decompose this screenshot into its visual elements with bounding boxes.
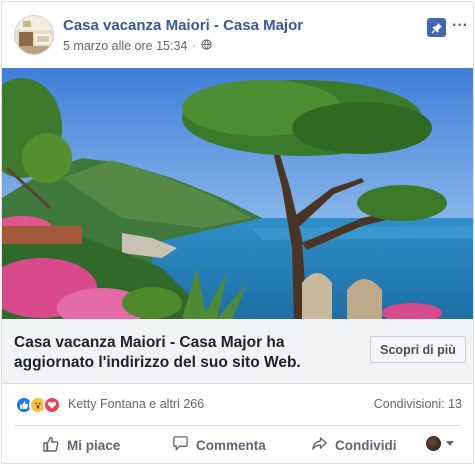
like-label: Mi piace xyxy=(67,437,121,453)
reactions-row: Ketty Fontana e altri 266 Condivisioni: … xyxy=(2,385,473,425)
link-preview[interactable]: Casa vacanza Maiori - Casa Major ha aggi… xyxy=(2,319,473,384)
post-timestamp[interactable]: 5 marzo alle ore 15:34 xyxy=(63,39,187,53)
share-arrow-icon xyxy=(311,435,328,455)
share-label: Condividi xyxy=(335,437,397,453)
post-header: Casa vacanza Maiori - Casa Major 5 marzo… xyxy=(2,2,473,68)
comment-label: Commenta xyxy=(196,437,266,453)
reaction-icons[interactable] xyxy=(15,396,61,414)
post-photo[interactable] xyxy=(2,68,473,319)
page-avatar[interactable] xyxy=(14,15,54,55)
share-button[interactable]: Condividi xyxy=(311,426,397,463)
love-reaction-icon xyxy=(43,396,61,414)
comment-button[interactable]: Commenta xyxy=(172,426,266,463)
post-actions: Mi piace Commenta Condividi xyxy=(2,426,473,463)
user-avatar xyxy=(426,436,441,451)
ellipsis-icon[interactable]: ··· xyxy=(451,16,469,36)
globe-icon[interactable] xyxy=(201,39,212,53)
page-name-link[interactable]: Casa vacanza Maiori - Casa Major xyxy=(63,17,303,34)
thumbs-up-icon xyxy=(42,435,60,456)
learn-more-button[interactable]: Scopri di più xyxy=(370,336,466,363)
avatar-image xyxy=(15,16,53,54)
chevron-down-icon xyxy=(446,441,454,446)
shares-count-link[interactable]: Condivisioni: 13 xyxy=(374,397,462,411)
landscape-image xyxy=(2,68,473,319)
like-button[interactable]: Mi piace xyxy=(42,426,121,463)
pin-icon[interactable] xyxy=(427,18,446,37)
reactors-link[interactable]: Ketty Fontana e altri 266 xyxy=(68,397,204,411)
post-as-selector[interactable] xyxy=(426,436,454,451)
post-card: Casa vacanza Maiori - Casa Major 5 marzo… xyxy=(1,1,474,464)
post-meta: 5 marzo alle ore 15:34 · xyxy=(63,39,212,53)
comment-icon xyxy=(172,435,189,455)
meta-separator: · xyxy=(192,40,197,52)
link-preview-title[interactable]: Casa vacanza Maiori - Casa Major ha aggi… xyxy=(14,333,354,373)
